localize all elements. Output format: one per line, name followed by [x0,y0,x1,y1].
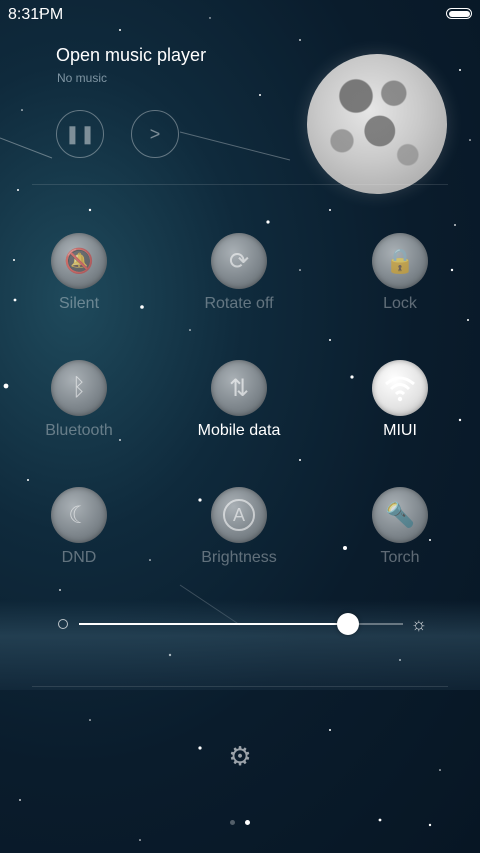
music-status: No music [57,71,108,85]
torch-icon: 🔦 [385,501,415,529]
toggle-label: Lock [383,295,417,312]
bell-off-icon: 🔕 [64,247,94,275]
slider-fill [79,623,348,625]
toggle-brightness[interactable]: A Brightness [179,487,299,567]
toggle-wifi[interactable]: MIUI [340,360,460,440]
slider-thumb[interactable] [336,613,359,635]
toggle-rotate[interactable]: ⟳ Rotate off [179,233,299,313]
page-indicator [0,812,480,830]
page-dot [229,820,235,825]
gear-icon: ⚙ [228,741,252,771]
toggle-label: MIUI [383,422,417,439]
divider-top [32,184,448,185]
next-icon: > [149,123,161,144]
status-bar: 8:31PM [0,0,480,30]
moon-image [307,54,447,194]
battery-icon [446,8,472,19]
status-time: 8:31PM [8,6,64,23]
pause-button[interactable]: ❚❚ [56,110,104,158]
music-player-title[interactable]: Open music player [56,45,206,66]
brightness-low-icon [58,619,68,629]
toggle-label: Silent [58,295,100,312]
toggle-silent[interactable]: 🔕 Silent [19,233,139,313]
brightness-slider[interactable]: ☼ [55,612,427,636]
toggle-label: Bluetooth [45,422,113,439]
toggle-mobile-data[interactable]: ⇅ Mobile data [179,360,299,440]
lock-icon: 🔒 [385,247,415,275]
bluetooth-icon: ᛒ [71,374,87,401]
toggle-label: DND [61,549,97,566]
toggle-bluetooth[interactable]: ᛒ Bluetooth [19,360,139,440]
divider-bottom [32,686,448,687]
toggle-torch[interactable]: 🔦 Torch [340,487,460,567]
mobile-data-icon: ⇅ [228,374,250,402]
auto-brightness-icon: A [223,499,255,531]
toggle-dnd[interactable]: ☾ DND [19,487,139,567]
page-dot-active [245,820,251,825]
toggle-lock[interactable]: 🔒 Lock [340,233,460,313]
moon-icon: ☾ [68,501,90,529]
brightness-high-icon: ☼ [410,614,428,634]
pause-icon: ❚❚ [64,123,96,144]
wifi-icon [385,376,415,402]
toggle-label: Rotate off [204,295,274,312]
rotate-lock-icon: ⟳ [228,247,250,275]
next-button[interactable]: > [131,110,179,158]
toggle-label: Brightness [201,549,277,566]
toggle-label: Mobile data [197,422,281,439]
settings-button[interactable]: ⚙ [226,742,254,770]
toggle-label: Torch [380,549,420,566]
